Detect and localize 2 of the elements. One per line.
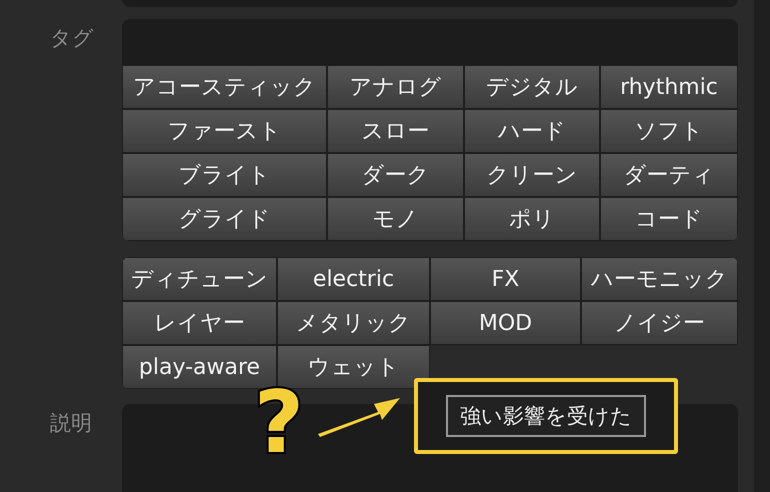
tags-label: タグ (50, 25, 94, 52)
description-label: 説明 (50, 410, 92, 437)
